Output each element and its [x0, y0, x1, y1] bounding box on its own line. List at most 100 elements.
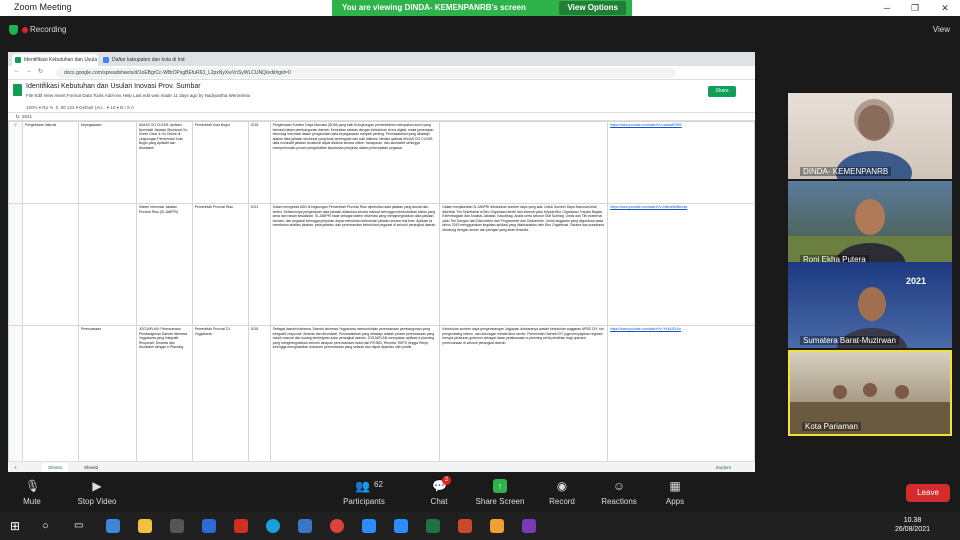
participants-count: 62	[374, 480, 383, 489]
minimize-icon[interactable]: ─	[872, 0, 902, 16]
table-cell[interactable]: Perencanaan	[77, 325, 137, 461]
explore-button[interactable]: Explore	[716, 462, 731, 472]
teams-icon[interactable]	[106, 519, 120, 533]
table-cell[interactable]	[21, 203, 79, 326]
mute-button[interactable]: Mute	[2, 497, 62, 506]
add-sheet-icon[interactable]: +	[14, 462, 17, 472]
chrome-icon[interactable]	[330, 519, 344, 533]
formula-bar[interactable]: fx 2021	[8, 113, 755, 121]
table-cell[interactable]	[77, 203, 137, 326]
table-cell[interactable]: Kebutuhan sumber daya pengembangan Jogja…	[439, 325, 609, 461]
participants-button[interactable]: Participants	[334, 497, 394, 506]
view-button[interactable]: View	[933, 25, 950, 34]
share-button[interactable]: Share	[708, 86, 736, 97]
sheet-tab-1[interactable]: Sheet1	[42, 463, 69, 472]
app-icon-2[interactable]	[522, 519, 536, 533]
reload-icon[interactable]: ↻	[38, 68, 43, 75]
table-cell[interactable]: https://www.youtube.com/watch?v=adizq8R9…	[607, 121, 755, 204]
app-icon[interactable]	[234, 519, 248, 533]
clock-time: 10.38	[903, 517, 922, 524]
table-cell[interactable]: 2018	[247, 121, 271, 204]
task-view-icon[interactable]: ▭	[74, 519, 88, 533]
video-tile-1[interactable]: DINDA- KEMENPANRB	[788, 93, 952, 179]
view-options-button[interactable]: View Options	[559, 1, 626, 15]
url-field[interactable]: docs.google.com/spreadsheets/d/1oEBgrCc-…	[56, 68, 676, 78]
windows-taskbar: ⊞ ○ ▭ 10.38 26/08/2021	[0, 512, 960, 540]
table-cell[interactable]: Dalam mengelola ASN di lingkungan Pemeri…	[269, 203, 441, 326]
reactions-button[interactable]: Reactions	[589, 497, 649, 506]
table-cell[interactable]: JOGJAPLAN: Perencanaan Pembangunan Daera…	[135, 325, 193, 461]
back-icon[interactable]: ←	[14, 68, 20, 74]
video-tile-2[interactable]: Roni Ekha Putera	[788, 181, 952, 267]
table-row: 2 Pengelolaan Internal Kepegawaian ANJAS GO…	[8, 121, 755, 204]
browser-tab-sheet[interactable]: Identifikasi Kebutuhan dan Usula	[12, 54, 98, 66]
table-cell[interactable]: Kepegawaian	[77, 121, 137, 204]
menu-bar[interactable]: File Edit View Insert Format Data Tools …	[26, 93, 250, 98]
record-icon[interactable]: ◉	[555, 479, 569, 493]
table-cell[interactable]: Dalam menjalankan Si-JABPRI dibutuhkan s…	[439, 203, 609, 326]
system-clock[interactable]: 10.38 26/08/2021	[895, 516, 930, 534]
table-row: Sistem Informasi Jabatan Provinsi Riau (…	[8, 203, 755, 326]
recording-label[interactable]: Recording	[30, 25, 66, 34]
video-tile-3[interactable]: 2021 Sumatera Barat-Muzirwan	[788, 262, 952, 348]
row-number[interactable]	[8, 325, 23, 461]
document-title[interactable]: Identifikasi Kebutuhan dan Usulan Inovas…	[26, 83, 201, 90]
windows-start-icon[interactable]: ⊞	[10, 519, 24, 533]
excel-icon[interactable]	[426, 519, 440, 533]
record-dot-icon	[22, 27, 28, 33]
table-cell[interactable]: Pemerintah Kota Bogor	[191, 121, 249, 204]
sheets-toolbar[interactable]: 100% ▾ Rp % .0 .00 123 ▾ Default (Ari...…	[8, 103, 755, 113]
shield-icon[interactable]	[9, 25, 18, 35]
share-screen-icon[interactable]: ↑	[493, 479, 507, 493]
reactions-icon[interactable]: ☺	[612, 479, 626, 493]
table-cell[interactable]: https://www.youtube.com/watch?v=N5mdWxBm…	[607, 203, 755, 326]
table-cell[interactable]	[439, 121, 609, 204]
zoom-app-icon[interactable]	[394, 519, 408, 533]
maximize-icon[interactable]: ❐	[900, 0, 930, 16]
word-icon[interactable]	[298, 519, 312, 533]
apps-button[interactable]: Apps	[645, 497, 705, 506]
table-cell[interactable]: 2018	[247, 325, 271, 461]
powerpoint-icon[interactable]	[458, 519, 472, 533]
table-cell[interactable]: Pemerintah Provinsi D.I. Yogyakarta	[191, 325, 249, 461]
table-cell[interactable]: Sebagai daerah istimewa, Daerah Istimewa…	[269, 325, 441, 461]
table-cell[interactable]: ANJAS GO CLEAR: Aplikasi Nominatif Jabat…	[135, 121, 193, 204]
row-number[interactable]	[8, 203, 23, 326]
video-tile-4-active-speaker[interactable]: Kota Pariaman	[788, 350, 952, 436]
table-cell[interactable]: Pengelolaan Sumber Daya Manusia (SDM) ya…	[269, 121, 441, 204]
table-cell[interactable]: Pengelolaan Internal	[21, 121, 79, 204]
mail-icon[interactable]	[202, 519, 216, 533]
file-explorer-icon[interactable]	[138, 519, 152, 533]
participants-icon[interactable]: 👥	[355, 479, 370, 493]
stop-video-button[interactable]: Stop Video	[67, 497, 127, 506]
share-banner-text: You are viewing DINDA- KEMENPANRB's scre…	[342, 3, 526, 12]
chat-badge: 2	[442, 476, 451, 485]
table-cell[interactable]: 2021	[247, 203, 271, 326]
store-icon[interactable]	[170, 519, 184, 533]
folder-icon[interactable]	[490, 519, 504, 533]
close-icon[interactable]: ✕	[930, 0, 960, 16]
search-icon[interactable]: ○	[42, 519, 56, 533]
apps-icon[interactable]: ▦	[668, 479, 682, 493]
table-row: Perencanaan JOGJAPLAN: Perencanaan Pemban…	[8, 325, 755, 461]
table-cell[interactable]: Sistem Informasi Jabatan Provinsi Riau (…	[135, 203, 193, 326]
table-cell[interactable]: Pemerintah Provinsi Riau	[191, 203, 249, 326]
table-cell[interactable]: https://www.youtube.com/watch?v=YKz5JDL0…	[607, 325, 755, 461]
meeting-controls: 🎙 Mute ▶ Stop Video 👥 62 Participants 💬 …	[0, 475, 960, 511]
browser-tab-daftar[interactable]: Daftar kabupaten dan kota di Ind	[100, 54, 186, 66]
microphone-icon[interactable]: 🎙	[25, 479, 40, 493]
edge-icon[interactable]	[266, 519, 280, 533]
leave-button[interactable]: Leave	[906, 484, 950, 502]
zoom-icon[interactable]	[362, 519, 376, 533]
tab-label: Identifikasi Kebutuhan dan Usula	[24, 57, 98, 63]
table-cell[interactable]	[21, 325, 79, 461]
sheets-logo-icon[interactable]	[13, 84, 22, 96]
spreadsheet-grid[interactable]: 2 Pengelolaan Internal Kepegawaian ANJAS GO…	[8, 121, 755, 461]
record-button[interactable]: Record	[532, 497, 592, 506]
chat-button[interactable]: Chat	[409, 497, 469, 506]
forward-icon[interactable]: →	[26, 68, 32, 74]
row-number[interactable]: 2	[8, 121, 23, 204]
share-screen-button[interactable]: Share Screen	[470, 497, 530, 506]
sheet-tab-2[interactable]: Sheet2	[78, 463, 104, 472]
video-camera-icon[interactable]: ▶	[90, 479, 104, 493]
